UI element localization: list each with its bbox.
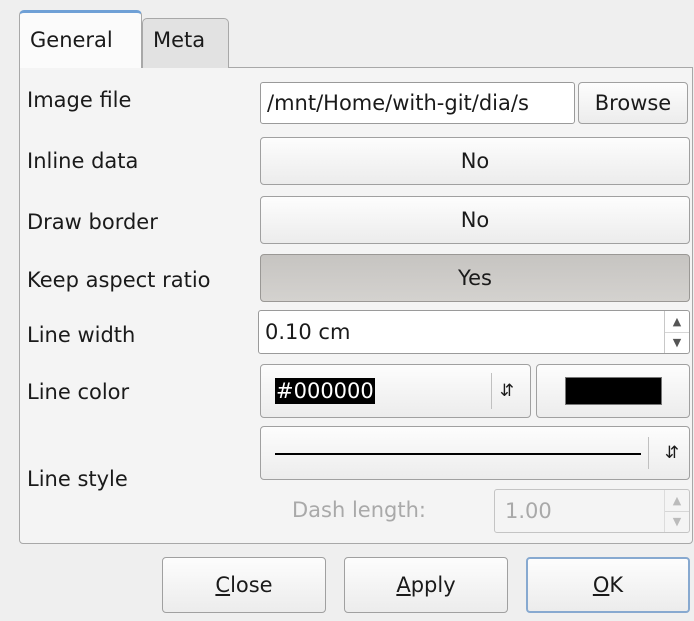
- tab-general-label: General: [30, 28, 113, 52]
- apply-label: pply: [410, 573, 456, 597]
- ok-label: K: [609, 573, 624, 597]
- line-width-label: Line width: [27, 323, 136, 347]
- apply-button[interactable]: Apply: [344, 557, 508, 613]
- dash-length-label: Dash length:: [292, 498, 426, 522]
- combo-arrows-icon: ⇵: [664, 443, 679, 463]
- color-swatch: [564, 377, 662, 405]
- ok-button[interactable]: OK: [526, 557, 690, 613]
- spin-down-icon[interactable]: ▼: [665, 331, 689, 354]
- line-width-spinbox[interactable]: 0.10 cm ▲ ▼: [258, 310, 690, 354]
- line-width-stepper[interactable]: ▲ ▼: [664, 311, 689, 353]
- dash-length-spinbox: 1.00 ▲ ▼: [494, 489, 690, 533]
- image-file-input[interactable]: /mnt/Home/with-git/dia/s: [260, 82, 575, 124]
- close-button[interactable]: Close: [162, 557, 326, 613]
- tab-meta[interactable]: Meta: [142, 18, 229, 68]
- dash-length-value: 1.00: [505, 499, 552, 523]
- spin-up-icon: ▲: [672, 493, 682, 507]
- draw-border-value: No: [460, 208, 490, 232]
- ok-mnemonic: O: [592, 573, 610, 597]
- combo-separator: [648, 437, 649, 469]
- keep-aspect-ratio-value: Yes: [458, 266, 492, 290]
- combo-separator: [491, 373, 492, 409]
- draw-border-label: Draw border: [27, 210, 158, 234]
- dash-length-stepper: ▲ ▼: [664, 490, 689, 532]
- browse-button[interactable]: Browse: [578, 82, 688, 124]
- line-style-label: Line style: [27, 467, 128, 491]
- tab-general[interactable]: General: [19, 10, 142, 68]
- line-width-value: 0.10 cm: [265, 320, 351, 344]
- line-color-value: #000000: [275, 378, 375, 404]
- apply-mnemonic: A: [396, 573, 411, 597]
- inline-data-toggle[interactable]: No: [260, 137, 690, 185]
- inline-data-label: Inline data: [27, 149, 139, 173]
- keep-aspect-ratio-label: Keep aspect ratio: [27, 268, 211, 292]
- line-color-combo[interactable]: #000000 ⇵: [260, 364, 531, 418]
- combo-arrows-icon: ⇵: [499, 381, 514, 401]
- close-label: lose: [230, 573, 273, 597]
- draw-border-toggle[interactable]: No: [260, 196, 690, 244]
- line-color-label: Line color: [27, 380, 130, 404]
- solid-line-preview-icon: [275, 453, 641, 455]
- line-style-combo[interactable]: ⇵: [260, 426, 690, 480]
- close-mnemonic: C: [215, 573, 231, 597]
- spin-down-icon: ▼: [665, 510, 689, 533]
- inline-data-value: No: [460, 149, 490, 173]
- spin-up-icon[interactable]: ▲: [665, 311, 689, 332]
- line-color-picker-button[interactable]: [536, 364, 690, 418]
- image-file-label: Image file: [27, 88, 132, 112]
- keep-aspect-ratio-toggle[interactable]: Yes: [260, 254, 690, 302]
- tab-meta-label: Meta: [153, 28, 206, 52]
